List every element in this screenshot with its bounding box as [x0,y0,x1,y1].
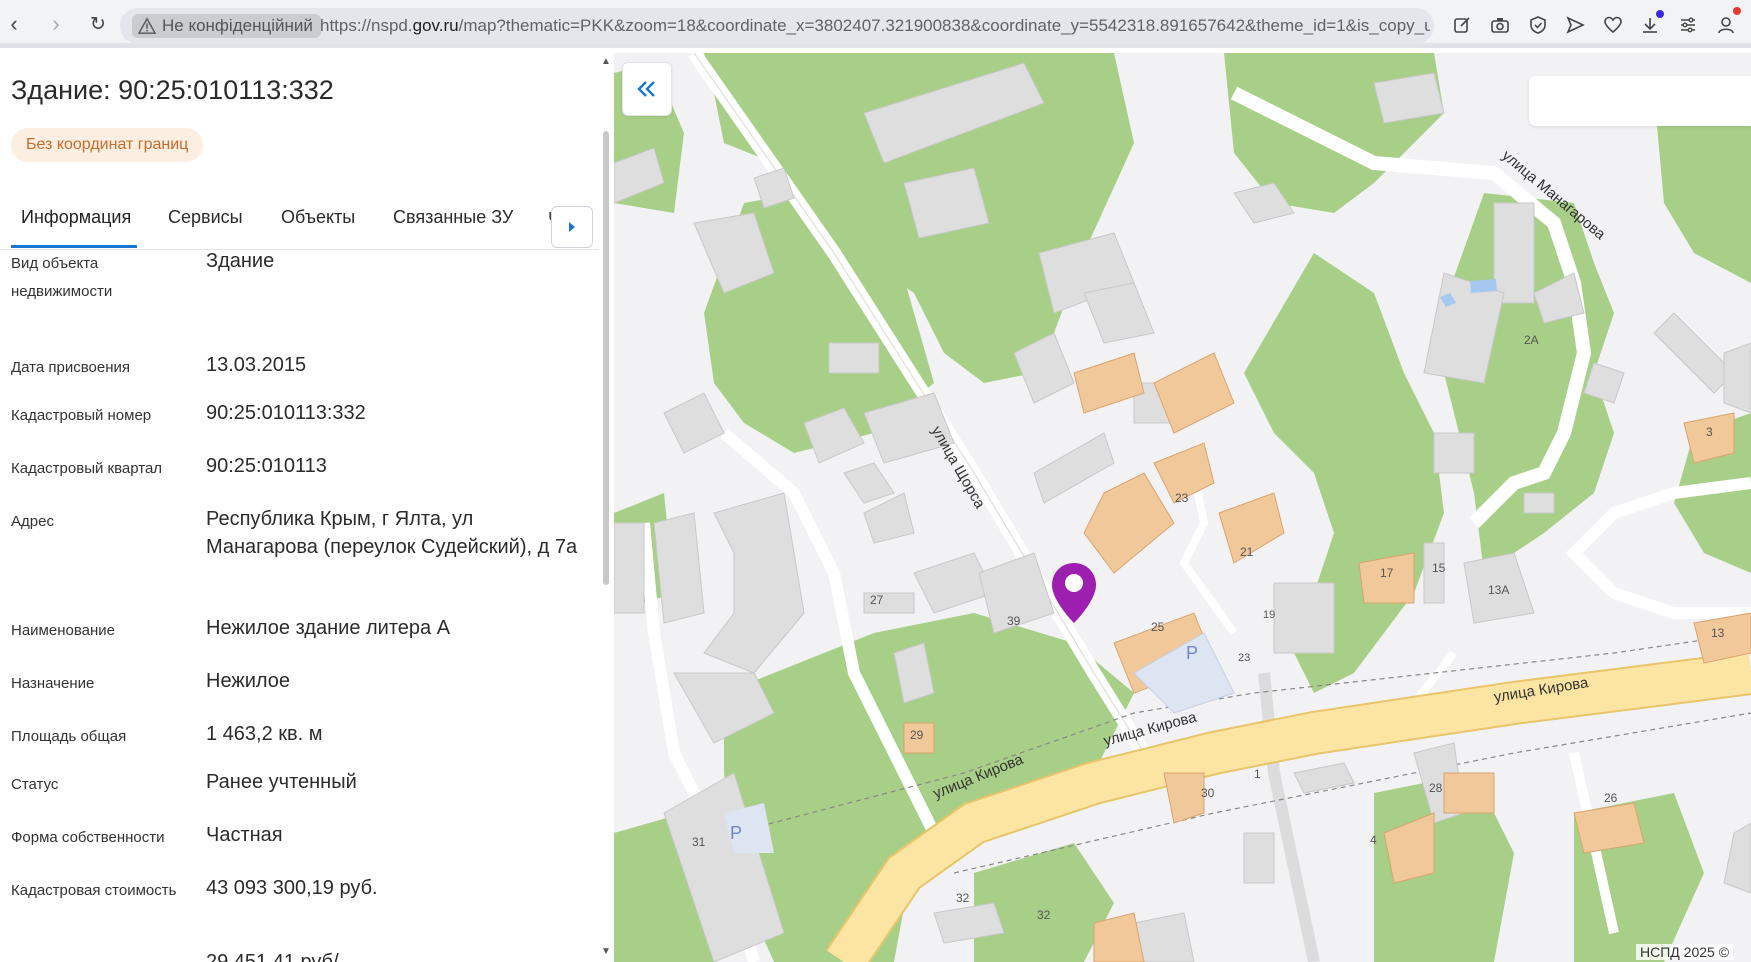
field-value-partial: 29 451,41 руб/... [206,951,356,962]
double-chevron-left-icon [637,81,655,97]
house-number: 29 [910,728,924,742]
house-number: 23 [1175,491,1189,505]
house-number: 39 [1007,614,1021,628]
address-bar[interactable]: Не конфіденційний https://nspd.gov.ru/ma… [120,8,1434,44]
caret-right-icon [569,222,575,232]
url-domain: gov.ru [412,16,459,35]
field-value-address: Республика Крым, г Ялта, ул Манагарова (… [206,508,578,558]
tab-bar: Информация Сервисы Объекты Связанные ЗУ [0,199,600,250]
field-value: Нежилое здание литера А [206,617,451,639]
field-value: 90:25:010113:332 [206,402,366,424]
page-title: Здание: 90:25:010113:332 [11,75,334,105]
field-value: 90:25:010113 [206,455,327,477]
edit-icon[interactable] [1449,12,1475,38]
field-label: Назначение [11,675,95,692]
house-number: 31 [692,835,706,849]
browser-toolbar: ‹ › ↻ Не конфіденційний https://nspd.gov… [0,0,1751,48]
house-number: 3 [1706,425,1713,439]
house-number: 17 [1380,566,1394,580]
field-label: Площадь общая [11,728,127,745]
house-number: 26 [1604,791,1618,805]
house-number: 2А [1524,333,1539,347]
house-number: 27 [870,593,884,607]
shield-icon[interactable] [1525,12,1551,38]
field-label: Форма собственности [11,829,165,846]
warning-icon [138,17,156,34]
house-number: 21 [1240,545,1254,559]
reload-icon[interactable]: ↻ [84,10,112,38]
profile-badge-dot [1733,7,1741,15]
house-number: 13 [1711,626,1725,640]
download-badge-dot [1656,10,1664,18]
profile-icon[interactable] [1713,12,1739,38]
house-number: 25 [1151,620,1165,634]
panel-scrollbar-thumb[interactable] [603,131,609,585]
scroll-down-icon[interactable]: ▼ [601,946,611,957]
url-text: https://nspd.gov.ru/map?thematic=PKK&zoo… [320,16,1430,36]
map-search-box[interactable] [1529,76,1751,126]
tab-information[interactable]: Информация [21,207,131,228]
security-badge[interactable]: Не конфіденційний [132,14,321,38]
field-value: Ранее учтенный [206,771,357,793]
house-number: 32 [956,891,970,905]
map-copyright: НСПД 2025 © [1636,944,1734,960]
send-icon[interactable] [1562,12,1588,38]
field-label: Вид объекта недвижимости [11,255,113,300]
tabs-scroll-right-button[interactable] [551,206,593,248]
house-number: 13А [1488,583,1510,597]
field-value: 43 093 300,19 руб. [206,877,378,899]
security-badge-label: Не конфіденційний [162,16,313,35]
map-view[interactable]: улица Щорса улица Манагарова улица Киров… [614,53,1751,962]
field-value: 13.03.2015 [206,354,307,376]
url-prefix: https://nspd. [320,16,413,35]
parking-label: P [1186,643,1199,663]
tab-services[interactable]: Сервисы [168,207,243,228]
house-number: 15 [1432,561,1446,575]
active-tab-indicator [11,245,137,248]
field-label: Наименование [11,622,115,639]
field-value: 1 463,2 кв. м [206,723,323,745]
house-number: 1 [1254,767,1261,781]
settings-sliders-icon[interactable] [1675,12,1701,38]
field-label: Кадастровый квартал [11,460,163,477]
house-number: 19 [1263,609,1276,621]
water [1470,279,1497,293]
forward-icon[interactable]: › [42,10,70,38]
field-label: Статус [11,776,59,793]
back-icon[interactable]: ‹ [0,10,28,38]
field-value: Частная [206,824,283,846]
tab-objects[interactable]: Объекты [281,207,355,228]
url-rest: /map?thematic=PKK&zoom=18&coordinate_x=3… [458,16,1430,35]
field-label: Адрес [11,513,54,530]
object-info-panel: Здание: 90:25:010113:332 Без координат г… [0,53,614,962]
camera-icon[interactable] [1487,12,1513,38]
tab-related-land[interactable]: Связанные ЗУ [393,207,513,228]
map-canvas [614,53,1751,962]
field-value: Здание [206,250,275,272]
parking-label: P [730,823,743,843]
house-number: 32 [1037,908,1051,922]
heart-icon[interactable] [1600,12,1626,38]
field-value: Нежилое [206,670,291,692]
field-label: Дата присвоения [11,359,130,376]
field-label: Кадастровый номер [11,407,152,424]
scroll-up-icon[interactable]: ▲ [601,56,611,67]
house-number: 4 [1370,833,1377,847]
status-badge: Без координат границ [11,128,204,162]
field-label: Кадастровая стоимость [11,882,177,899]
house-number: 23 [1238,652,1251,664]
house-number: 30 [1201,786,1215,800]
collapse-panel-button[interactable] [622,62,672,116]
house-number: 28 [1429,781,1443,795]
